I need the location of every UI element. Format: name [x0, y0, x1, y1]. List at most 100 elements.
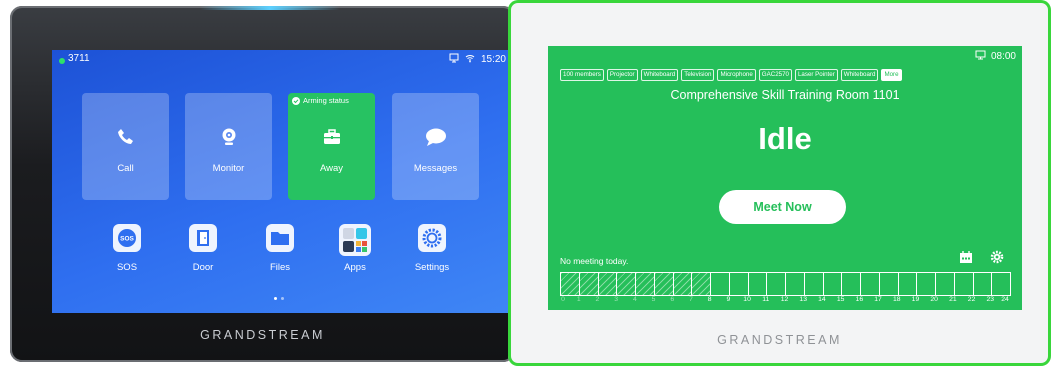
sip-phone-icon [975, 50, 986, 63]
timeline-slot [692, 273, 711, 295]
timeline-slot [749, 273, 768, 295]
timeline-slot [579, 273, 599, 295]
timeline-slot [974, 273, 993, 295]
hour-label: 19 [911, 296, 920, 303]
no-meeting-text: No meeting today. [560, 256, 629, 266]
hour-label: 3 [614, 296, 619, 303]
hour-label: 12 [780, 296, 789, 303]
messages-tile[interactable]: Messages [392, 93, 479, 200]
room-status: Idle [758, 121, 812, 156]
status-bar-right: 08:00 [975, 50, 1016, 63]
timeline-slot [917, 273, 936, 295]
sos-app[interactable]: SOS SOS [97, 224, 157, 273]
hour-label: 23 [986, 296, 995, 303]
room-tag: 100 members [560, 69, 604, 81]
hour-label: 11 [762, 296, 770, 303]
hour-label: 22 [967, 296, 976, 303]
timeline-slot [617, 273, 636, 295]
timeline-slot [767, 273, 786, 295]
arming-status-badge: Arming status [292, 96, 349, 105]
chat-bubble-icon [392, 127, 479, 152]
timeline-hours: 0 1 2 3 4 5 6 7 8 9 10 11 12 13 14 15 16 17 18 19 20 21 22 23 24 [560, 296, 1009, 306]
away-tile[interactable]: Arming status Away [288, 93, 375, 200]
door-icon [189, 224, 217, 252]
calendar-icon[interactable] [959, 250, 973, 269]
gear-icon [418, 224, 446, 252]
sos-label: SOS [116, 262, 138, 273]
hour-label: 17 [874, 296, 882, 303]
page-indicator [274, 297, 284, 300]
clock-time: 08:00 [990, 51, 1016, 62]
room-tag: Projector [606, 69, 638, 81]
timeline-slot [955, 273, 974, 295]
page-dot [281, 297, 284, 300]
files-label: Files [269, 262, 291, 273]
right-panel-device: 08:00 100 members Projector Whiteboard T… [508, 0, 1051, 366]
hour-label: 2 [595, 296, 600, 303]
room-tag: Microphone [717, 69, 756, 81]
call-tile[interactable]: Call [82, 93, 169, 200]
phone-icon [82, 127, 169, 152]
hour-label: 1 [576, 296, 581, 303]
sip-phone-icon [449, 53, 459, 66]
extension-number: 3711 [68, 53, 90, 64]
settings-label: Settings [414, 262, 450, 273]
room-tag: Television [681, 69, 715, 81]
timeline-slot [636, 273, 655, 295]
monitor-tile[interactable]: Monitor [185, 93, 272, 200]
away-label: Away [319, 163, 344, 174]
timeline-slot [824, 273, 843, 295]
hour-label: 13 [799, 296, 807, 303]
hour-label: 4 [632, 296, 637, 303]
timeline-slot [936, 273, 955, 295]
messages-label: Messages [413, 163, 458, 174]
indicator-light [200, 6, 340, 10]
timeline-bar [560, 272, 1011, 296]
hour-label: 24 [1001, 296, 1009, 303]
status-bar-right: 15:20 [449, 53, 506, 66]
door-app[interactable]: Door [173, 224, 233, 273]
online-status-dot [59, 58, 65, 64]
hour-label: 0 [561, 296, 565, 303]
room-tag: Whiteboard [640, 69, 679, 81]
brand-logo: GRANDSTREAM [717, 333, 842, 347]
settings-app[interactable]: Settings [402, 224, 462, 273]
right-screen: 08:00 100 members Projector Whiteboard T… [548, 46, 1022, 310]
brand-logo: GRANDSTREAM [200, 328, 325, 342]
gear-icon[interactable] [990, 250, 1004, 269]
briefcase-icon [288, 127, 375, 152]
arming-status-label: Arming status [303, 96, 349, 105]
apps-app[interactable]: Apps [325, 224, 385, 273]
hour-label: 7 [689, 296, 693, 303]
timeline-slot [880, 273, 899, 295]
hour-label: 9 [726, 296, 731, 303]
meet-now-button[interactable]: Meet Now [719, 190, 846, 224]
svg-text:SOS: SOS [120, 236, 134, 243]
timeline-slot [654, 273, 674, 295]
page-dot [274, 297, 277, 300]
hour-label: 10 [743, 296, 751, 303]
door-label: Door [192, 262, 214, 273]
timeline-slot [842, 273, 861, 295]
hour-label: 15 [836, 296, 845, 303]
room-tag: Laser Pointer [794, 69, 838, 81]
left-screen: 3711 15:20 Call Monitor Arming status Aw… [52, 50, 514, 313]
clock-time: 15:20 [480, 54, 506, 65]
hour-label: 21 [949, 296, 957, 303]
room-tag: GAC2570 [758, 69, 792, 81]
hour-label: 16 [855, 296, 864, 303]
more-tags-button[interactable]: More [881, 69, 902, 81]
room-name: Comprehensive Skill Training Room 1101 [670, 88, 900, 102]
room-tags: 100 members Projector Whiteboard Televis… [560, 69, 902, 81]
timeline-slot [805, 273, 824, 295]
hour-label: 18 [892, 296, 901, 303]
timeline-slot [673, 273, 693, 295]
timeline-slot [992, 273, 1010, 295]
hour-label: 6 [670, 296, 675, 303]
room-tag: Whiteboard [840, 69, 879, 81]
hour-label: 8 [707, 296, 712, 303]
files-app[interactable]: Files [250, 224, 310, 273]
timeline-slot [899, 273, 918, 295]
timeline-slot [711, 273, 730, 295]
call-label: Call [117, 163, 134, 174]
